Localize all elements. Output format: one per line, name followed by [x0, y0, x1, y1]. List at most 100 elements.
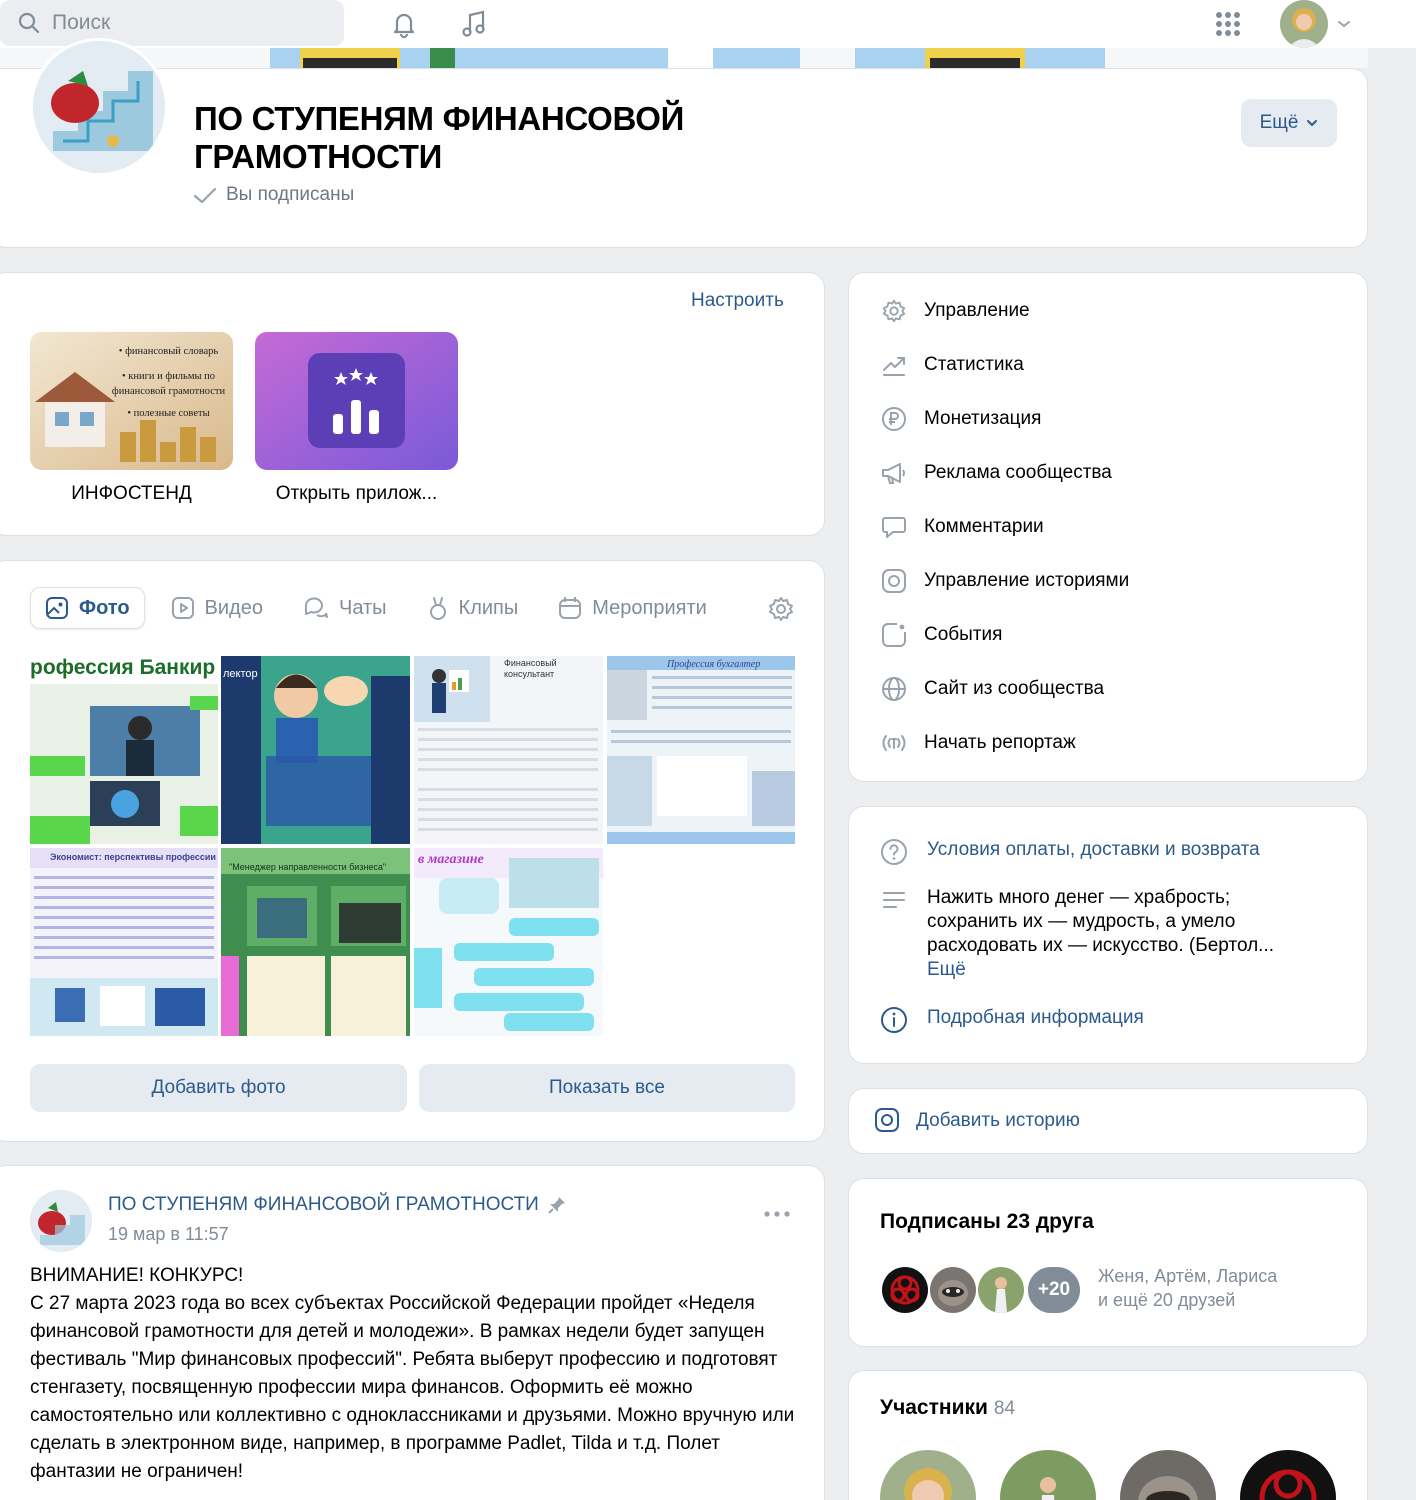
friends-title[interactable]: Подписаны 23 друга	[880, 1210, 1094, 1234]
menu-item-ads[interactable]: Реклама сообщества	[880, 458, 1112, 488]
members-title[interactable]: Участники 84	[880, 1396, 1015, 1420]
apps-grid-icon[interactable]	[1210, 6, 1246, 42]
bell-icon[interactable]	[386, 6, 422, 42]
friends-names[interactable]: Женя, Артём, Лариса и ещё 20 друзей	[1098, 1264, 1277, 1312]
friends-more-line: и ещё 20 друзей	[1098, 1290, 1236, 1310]
photo-title-accountant: Профессия бухгалтер	[667, 659, 761, 670]
photo-title-shop: в магазине	[418, 852, 484, 867]
comment-icon	[880, 513, 908, 541]
megaphone-icon	[880, 459, 908, 487]
post-author[interactable]: ПО СТУПЕНЯМ ФИНАНСОВОЙ ГРАМОТНОСТИ	[108, 1194, 567, 1216]
menu-item-label: Сайт из сообщества	[924, 678, 1105, 699]
post-menu-icon[interactable]	[764, 1210, 790, 1218]
story-icon	[880, 567, 908, 595]
menu-item-comments[interactable]: Комментарии	[880, 512, 1044, 542]
top-bar: Поиск	[0, 0, 1416, 48]
show-all-button[interactable]: Показать все	[419, 1064, 795, 1112]
setup-link[interactable]: Настроить	[691, 290, 784, 312]
photo-thumbnail-manager[interactable]: "Менеджер направленности бизнеса"	[221, 848, 410, 1036]
photo-thumbnail-economist[interactable]: Экономист: перспективы профессии	[30, 848, 218, 1036]
menu-item-label: Реклама сообщества	[924, 462, 1112, 483]
infostend-line-1: • финансовый словарь	[118, 346, 219, 357]
menu-item-label: Управление историями	[924, 570, 1130, 591]
chats-icon	[304, 597, 328, 618]
app-tile-open-app[interactable]	[255, 332, 458, 470]
app-label-infostend[interactable]: ИНФОСТЕНД	[30, 483, 233, 505]
tab-clips[interactable]: Клипы	[413, 587, 533, 629]
video-icon	[171, 597, 194, 619]
photo-thumbnail-accountant[interactable]: Профессия бухгалтер	[607, 656, 795, 844]
photo-thumbnail-collector[interactable]: лектор	[221, 656, 410, 844]
more-button[interactable]: Ещё	[1241, 99, 1337, 147]
subscription-status[interactable]: Вы подписаны	[192, 184, 354, 206]
pin-icon	[547, 1195, 567, 1215]
members-count: 84	[993, 1398, 1016, 1419]
tab-events[interactable]: Мероприяти	[544, 587, 740, 629]
add-photo-button[interactable]: Добавить фото	[30, 1064, 407, 1112]
gear-icon	[880, 297, 908, 325]
infostend-line-3: финансовой грамотности	[111, 386, 226, 397]
post-date[interactable]: 19 мар в 11:57	[108, 1224, 229, 1245]
menu-item-events[interactable]: События	[880, 620, 1002, 650]
photo-thumbnail-shop[interactable]: в магазине	[414, 848, 603, 1036]
friend-avatar[interactable]	[880, 1265, 930, 1315]
gear-icon[interactable]	[767, 595, 795, 623]
menu-item-label: Начать репортаж	[924, 732, 1076, 753]
description-more-link[interactable]: Ещё	[927, 959, 966, 980]
app-tile-infostend[interactable]: • финансовый словарь • книги и фильмы по…	[30, 332, 233, 470]
menu-item-stories[interactable]: Управление историями	[880, 566, 1129, 596]
post-body: С 27 марта 2023 года во всех субъектах Р…	[30, 1293, 795, 1482]
group-title: ПО СТУПЕНЯМ ФИНАНСОВОЙ ГРАМОТНОСТИ	[194, 100, 685, 175]
photo-title-consultant: Финансовый консультант	[504, 658, 557, 679]
tab-chats[interactable]: Чаты	[289, 587, 401, 629]
friends-names-line: Женя, Артём, Лариса	[1098, 1266, 1278, 1286]
photo-title-manager: "Менеджер направленности бизнеса"	[229, 862, 387, 872]
event-icon	[880, 621, 908, 649]
check-icon	[192, 185, 218, 205]
details-row[interactable]: Подробная информация	[880, 1006, 1144, 1034]
friend-avatar[interactable]	[976, 1265, 1026, 1315]
music-icon[interactable]	[456, 6, 492, 42]
more-button-label: Ещё	[1259, 112, 1299, 133]
search-input[interactable]: Поиск	[0, 0, 344, 46]
menu-item-label: Статистика	[924, 354, 1024, 375]
photo-title-economist: Экономист: перспективы профессии	[50, 852, 216, 862]
tab-photo-label: Фото	[79, 596, 130, 619]
menu-item-manage[interactable]: Управление	[880, 296, 1030, 326]
friends-card	[848, 1178, 1368, 1347]
tab-photo[interactable]: Фото	[30, 587, 145, 629]
globe-icon	[880, 675, 908, 703]
friend-avatar[interactable]	[928, 1265, 978, 1315]
terms-row[interactable]: Условия оплаты, доставки и возврата	[880, 838, 1260, 866]
photo-title-banker: рофессия Банкир	[30, 656, 216, 679]
user-avatar[interactable]	[1280, 0, 1328, 48]
add-story-row[interactable]: Добавить историю	[874, 1107, 1080, 1135]
post-text: ВНИМАНИЕ! КОНКУРС! С 27 марта 2023 года …	[30, 1262, 805, 1486]
group-avatar[interactable]	[30, 38, 168, 176]
more-friends-badge[interactable]: +20	[1026, 1265, 1082, 1315]
search-placeholder: Поиск	[52, 11, 111, 34]
menu-item-label: События	[924, 624, 1003, 645]
clips-icon	[429, 597, 446, 620]
tab-video[interactable]: Видео	[157, 587, 277, 629]
terms-link[interactable]: Условия оплаты, доставки и возврата	[927, 839, 1260, 861]
menu-item-monetization[interactable]: Монетизация	[880, 404, 1041, 434]
broadcast-icon	[880, 729, 908, 757]
post-author-avatar[interactable]	[30, 1190, 92, 1252]
app-label-open-app[interactable]: Открыть прилож...	[255, 483, 458, 505]
photo-thumbnail-banker[interactable]: рофессия Банкир	[30, 656, 218, 844]
menu-item-stats[interactable]: Статистика	[880, 350, 1024, 380]
menu-item-broadcast[interactable]: Начать репортаж	[880, 728, 1076, 758]
info-icon	[880, 1006, 908, 1034]
details-link[interactable]: Подробная информация	[927, 1007, 1144, 1029]
tab-video-label: Видео	[204, 596, 263, 619]
menu-item-label: Управление	[924, 300, 1030, 321]
photo-thumbnail-consultant[interactable]: Финансовый консультант	[414, 656, 603, 844]
tab-clips-label: Клипы	[458, 596, 519, 619]
cover-image	[0, 48, 1368, 68]
post-heading: ВНИМАНИЕ! КОНКУРС!	[30, 1265, 244, 1286]
calendar-icon	[559, 597, 582, 619]
chevron-down-icon[interactable]	[1334, 6, 1354, 42]
post-author-name: ПО СТУПЕНЯМ ФИНАНСОВОЙ ГРАМОТНОСТИ	[108, 1194, 539, 1215]
menu-item-site[interactable]: Сайт из сообщества	[880, 674, 1104, 704]
